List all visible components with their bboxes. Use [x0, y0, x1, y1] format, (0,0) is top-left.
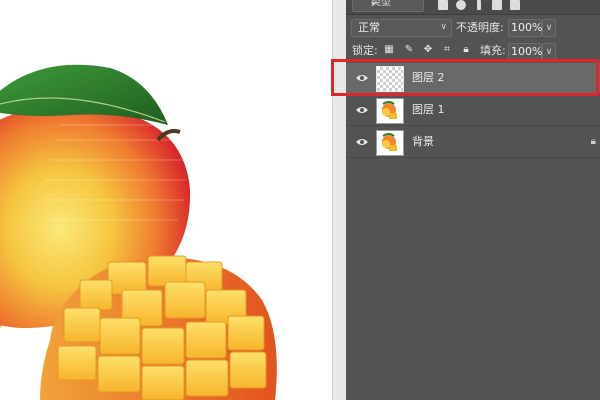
type-filter-icon[interactable] [477, 0, 481, 10]
layer-filter-bar: 类型 ▾ [346, 0, 600, 15]
mango-illustration [0, 64, 277, 400]
layer-row-layer-1[interactable]: 图层 1 [346, 95, 600, 126]
blend-mode-value: 正常 [358, 21, 380, 34]
fill-value: 100% [511, 45, 543, 58]
eye-icon[interactable] [356, 105, 368, 115]
lock-artboard-icon[interactable]: ⌗ [442, 45, 452, 55]
blend-mode-select[interactable]: 正常 ∨ [351, 19, 452, 37]
lock-image-pixels-icon[interactable]: ✎ [404, 45, 414, 55]
opacity-label: 不透明度: [456, 21, 504, 34]
layer-name[interactable]: 背景 [412, 135, 434, 149]
lock-label: 锁定: [352, 44, 378, 57]
lock-row: 锁定: ▦ ✎ ✥ ⌗ 🔒︎ 填充: 100% ∨ [346, 42, 600, 61]
chevron-down-icon: ▾ [371, 0, 376, 8]
lock-icon: 🔒︎ [590, 136, 596, 147]
shape-filter-icon[interactable] [492, 0, 502, 10]
lock-transparent-pixels-icon[interactable]: ▦ [384, 45, 394, 55]
opacity-input[interactable]: 100% [508, 19, 542, 37]
opacity-dropdown-button[interactable]: ∨ [542, 19, 556, 37]
highlight-annotation [331, 59, 599, 96]
fill-label: 填充: [480, 44, 506, 57]
pixel-filter-icon[interactable] [438, 0, 448, 10]
layer-row-background[interactable]: 背景 🔒︎ [346, 127, 600, 158]
layer-kind-filter[interactable]: 类型 ▾ [352, 0, 424, 12]
layer-thumbnail-mango [376, 98, 404, 124]
lock-all-icon[interactable]: 🔒︎ [461, 45, 471, 55]
canvas-area[interactable] [0, 0, 332, 400]
blend-row: 正常 ∨ 不透明度: 100% ∨ [346, 17, 600, 39]
opacity-value: 100% [511, 21, 543, 34]
mango-thumbnail-image [382, 133, 397, 151]
layer-thumbnail-mango [376, 130, 404, 156]
eye-icon[interactable] [356, 137, 368, 147]
mango-thumbnail-image [382, 101, 397, 119]
lock-position-icon[interactable]: ✥ [423, 45, 433, 55]
smart-object-filter-icon[interactable] [510, 0, 520, 10]
layer-name[interactable]: 图层 1 [412, 103, 445, 117]
chevron-down-icon: ∨ [440, 22, 447, 32]
adjustment-filter-icon[interactable] [456, 0, 466, 10]
